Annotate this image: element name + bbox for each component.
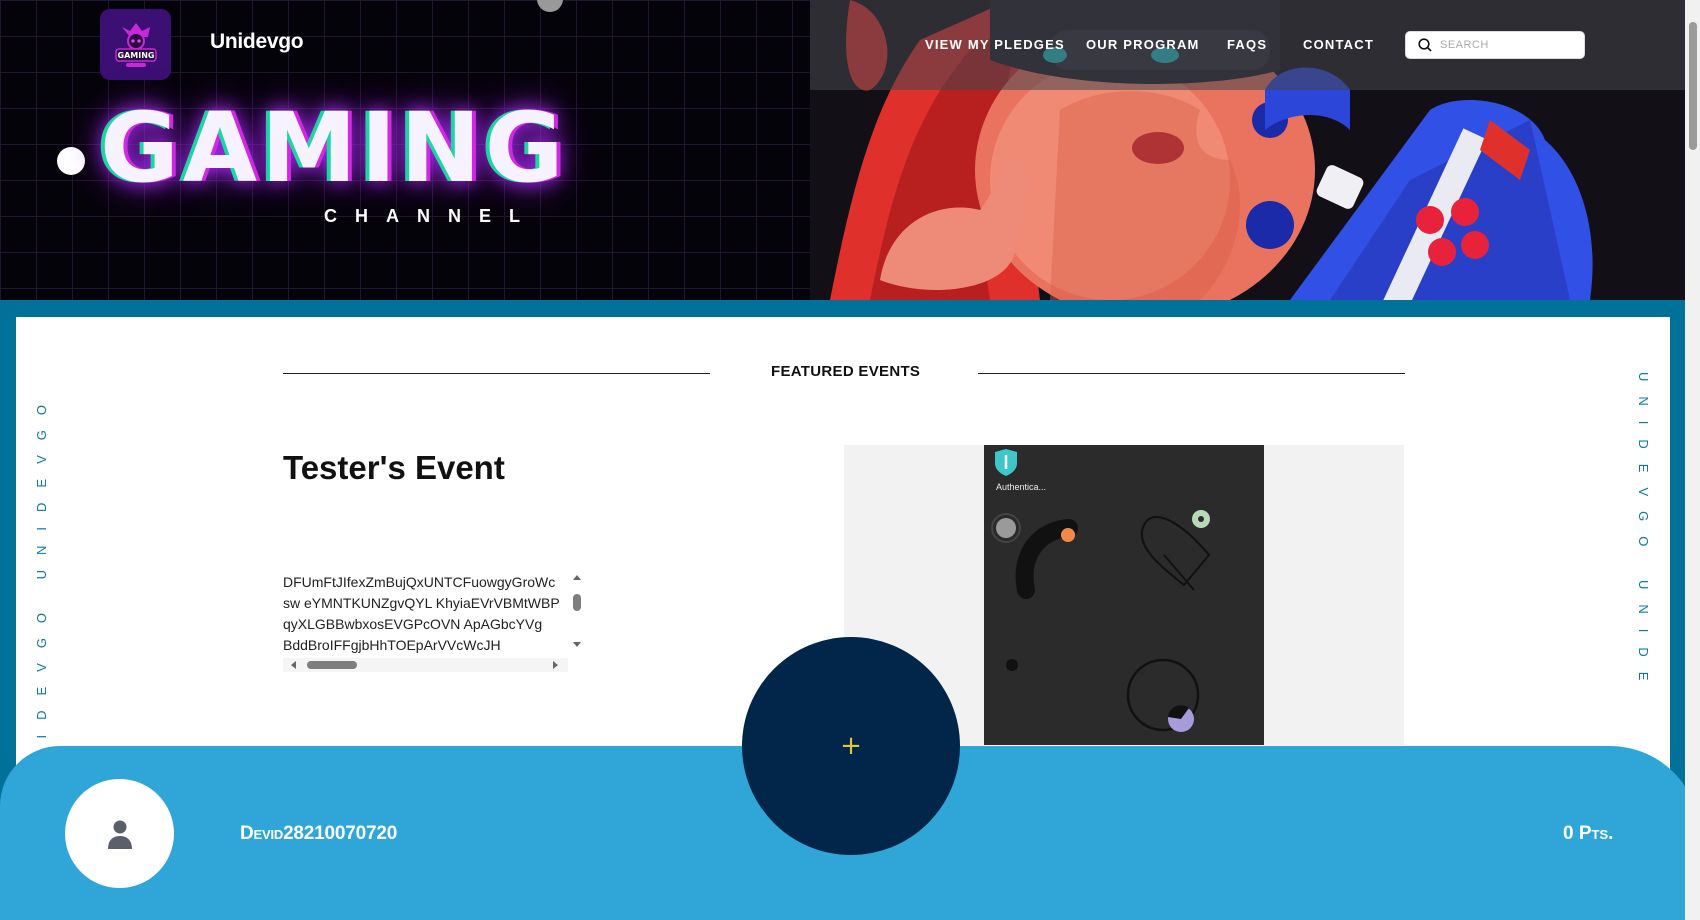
nav-faqs[interactable]: FAQS — [1227, 37, 1267, 52]
heading-rule-right — [978, 373, 1405, 374]
decor-dot — [57, 147, 85, 175]
user-points: 0 Pts. — [1563, 823, 1614, 844]
user-icon — [107, 820, 132, 849]
search-box[interactable] — [1405, 31, 1585, 59]
search-icon — [1418, 38, 1432, 52]
event-media[interactable]: Authentica... — [984, 445, 1264, 745]
brand-name[interactable]: Unidevgo — [210, 30, 304, 54]
user-name: Devid28210070720 — [240, 823, 398, 844]
side-text-right: UNIDEVGO UNIDE — [1636, 372, 1651, 696]
search-input[interactable] — [1440, 39, 1570, 51]
scroll-right-arrow-icon[interactable] — [553, 661, 558, 669]
svg-text:GAMING: GAMING — [117, 51, 154, 60]
description-line: qyXLGBBwbxosEVGPcOVN ApAGbcYVg — [283, 616, 543, 632]
site-logo[interactable]: GAMING — [100, 9, 171, 80]
section-heading: FEATURED EVENTS — [771, 363, 921, 380]
hero-subtitle: CHANNEL — [324, 206, 538, 226]
side-text-left: UNIDEVGO UNIDEVGO — [34, 390, 49, 788]
scroll-thumb[interactable] — [573, 594, 581, 611]
gamepad-mascot-icon: GAMING — [114, 22, 157, 67]
page-scroll-thumb[interactable] — [1689, 22, 1697, 150]
scroll-left-arrow-icon[interactable] — [291, 661, 296, 669]
horizontal-scrollbar[interactable] — [283, 658, 568, 672]
scroll-thumb[interactable] — [307, 661, 357, 669]
avatar[interactable] — [65, 779, 174, 888]
hero-title: GAMING — [100, 92, 568, 204]
description-line: BddBroIFFgjbHhTOEpArVVcWcJH — [283, 637, 501, 653]
description-line: sw eYMNTKUNZgvQYL KhyiaEVrVBMtWBP — [283, 595, 560, 611]
heading-rule-left — [283, 373, 710, 374]
plus-icon: + — [840, 731, 862, 761]
media-label: Authentica... — [996, 482, 1047, 492]
event-description-box[interactable]: DFUmFtJIfexZmBujQxUNTCFuowgyGroWc sw eYM… — [283, 572, 585, 672]
event-description: DFUmFtJIfexZmBujQxUNTCFuowgyGroWc sw eYM… — [283, 572, 568, 658]
description-line: DFUmFtJIfexZmBujQxUNTCFuowgyGroWc — [283, 574, 556, 590]
nav-contact[interactable]: CONTACT — [1303, 37, 1374, 52]
page-scrollbar[interactable] — [1685, 0, 1700, 920]
nav-our-program[interactable]: OUR PROGRAM — [1086, 37, 1200, 52]
scroll-up-arrow-icon[interactable] — [573, 575, 581, 580]
add-button[interactable]: + — [742, 637, 960, 855]
nav-view-my-pledges[interactable]: VIEW MY PLEDGES — [925, 37, 1065, 52]
vertical-scrollbar[interactable] — [571, 572, 583, 652]
event-title: Tester's Event — [283, 449, 505, 486]
hero-banner: GAMING Unidevgo VIEW MY PLEDGES OUR PROG… — [0, 0, 1685, 300]
scroll-down-arrow-icon[interactable] — [573, 642, 581, 647]
